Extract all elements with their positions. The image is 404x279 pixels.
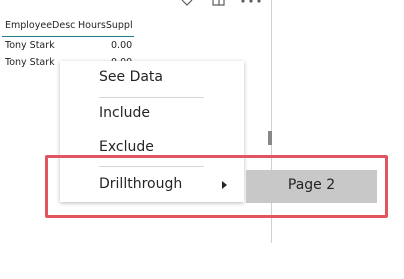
menu-item-label: Exclude bbox=[99, 139, 154, 155]
menu-separator bbox=[99, 97, 204, 98]
highlight-box bbox=[45, 155, 388, 218]
table-cell-employee[interactable]: Tony Stark bbox=[5, 40, 55, 51]
menu-item-label: Include bbox=[99, 105, 150, 121]
focus-mode-icon[interactable] bbox=[212, 0, 225, 6]
pin-icon[interactable] bbox=[181, 0, 193, 6]
column-header-employee[interactable]: EmployeeDesc bbox=[5, 20, 75, 31]
column-header-hours[interactable]: HoursSuppl bbox=[78, 20, 133, 31]
table-cell-employee[interactable]: Tony Stark bbox=[5, 57, 55, 68]
menu-item-see-data[interactable]: See Data bbox=[60, 63, 244, 93]
table-cell-hours[interactable]: 0.00 bbox=[111, 40, 132, 51]
menu-item-include[interactable]: Include bbox=[60, 99, 244, 129]
scrollbar-thumb[interactable] bbox=[268, 131, 272, 145]
header-divider bbox=[2, 36, 134, 37]
more-options-icon[interactable] bbox=[240, 0, 264, 6]
menu-item-label: See Data bbox=[99, 69, 163, 85]
